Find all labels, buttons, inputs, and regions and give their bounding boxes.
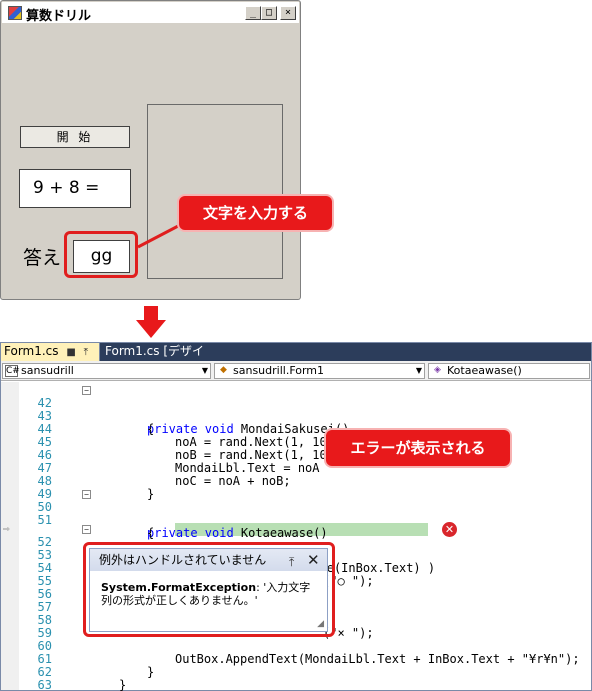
chevron-down-icon: ▼ [201,366,208,375]
class-dropdown[interactable]: ◆ sansudrill.Form1 ▼ [214,363,425,379]
class-value: sansudrill.Form1 [233,364,325,377]
down-arrow-icon [136,306,166,338]
answer-caption: 答え [23,247,62,269]
code-line: 44 noA = rand.Next(1, 10); [1,410,591,449]
chevron-down-icon: ▼ [415,366,422,375]
error-callout: エラーが表示される [326,430,510,466]
pin-icon[interactable]: ⤒ [84,347,88,358]
maximize-button[interactable]: □ [261,6,277,20]
code-line: 52 − if( noC == Int64.Parse(InBox.Text) … [1,523,591,575]
lock-icon: ■ [66,347,76,358]
document-tabstrip: Form1.cs ■ ⤒ ✕ Form1.cs [デザイン] [1,343,591,376]
answer-highlight-frame [64,231,138,278]
collapse-icon[interactable]: − [82,525,91,534]
member-value: Kotaeawase() [447,364,522,377]
title-bar: 算数ドリル _ □ × [2,2,299,24]
start-button[interactable]: 開 始 [20,126,130,148]
close-button[interactable]: × [280,6,296,20]
output-textbox[interactable] [147,104,283,279]
window-title: 算数ドリル [26,9,92,24]
csharp-icon: C# [5,365,20,377]
code-line: 42 − private void MondaiSakusei() [1,384,591,436]
namespace-value: sansudrill [21,364,74,377]
namespace-dropdown[interactable]: C# sansudrill ▼ [2,363,211,379]
question-label: 9 + 8 = [19,169,131,208]
member-dropdown[interactable]: ◈ Kotaeawase() [428,363,590,379]
collapse-icon[interactable]: − [82,490,91,499]
method-icon: ◈ [434,365,441,375]
code-line: 50 − private void Kotaeawase() [1,488,591,540]
navigation-bar: C# sansudrill ▼ ◆ sansudrill.Form1 ▼ ◈ K… [1,361,591,381]
code-editor[interactable]: ⇨ ✕ 42 − private void MondaiSakusei() 43… [1,382,591,691]
app-icon [8,6,22,20]
exception-highlight-frame [83,542,335,637]
code-line: 51 { [1,501,591,540]
line-number: 63 [37,678,52,691]
code-line: 49 [1,475,591,501]
code-line: 43 { [1,397,591,436]
code-line: 61 } [1,640,591,679]
minimize-button[interactable]: _ [245,6,261,20]
tab-form1-design[interactable]: Form1.cs [デザイン] [102,343,212,375]
code-text: } [119,678,127,691]
code-editor-window: Form1.cs ■ ⤒ ✕ Form1.cs [デザイン] C# sansud… [0,342,592,691]
collapse-icon[interactable]: − [82,386,91,395]
code-line: 63 } [1,666,591,691]
code-line: 62 } [1,653,591,691]
input-callout: 文字を入力する [179,196,332,230]
class-icon: ◆ [220,365,227,375]
tab-label: Form1.cs [4,344,59,358]
tab-form1-cs[interactable]: Form1.cs ■ ⤒ ✕ [1,343,100,376]
